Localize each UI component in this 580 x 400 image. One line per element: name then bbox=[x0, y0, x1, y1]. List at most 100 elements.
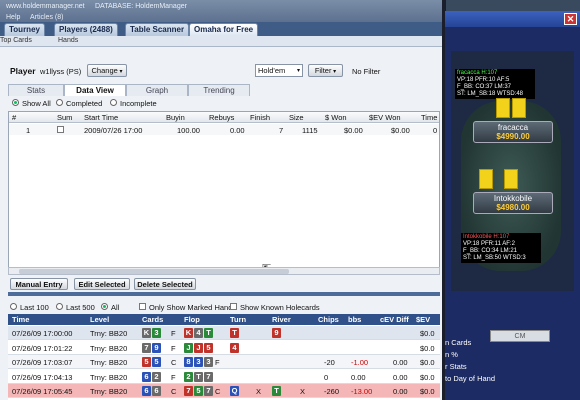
menu-item[interactable]: n % bbox=[445, 350, 458, 359]
col-hand-time[interactable]: Time bbox=[12, 315, 29, 324]
menu-help[interactable]: Help bbox=[6, 14, 20, 21]
turn-action: X bbox=[256, 387, 262, 396]
edit-selected-button[interactable]: Edit Selected bbox=[74, 278, 130, 290]
radio-show-all[interactable] bbox=[12, 99, 19, 106]
hand-level: Trny: BB20 bbox=[90, 343, 128, 353]
sub-tabs: Top Cards Hands bbox=[0, 36, 445, 47]
tab-data-view[interactable]: Data View bbox=[64, 84, 126, 96]
table-row[interactable]: 1 2009/07/26 17:00 100.00 0.00 7 1115 $0… bbox=[9, 124, 439, 135]
hands-grid-header: Time Level Cards Flop Turn River Chips b… bbox=[8, 314, 440, 325]
playing-card: 3 bbox=[194, 357, 203, 367]
radio-incomplete[interactable] bbox=[110, 99, 117, 106]
poker-table-window: ✕ fracacca H:107 VP:18 PFR:10 AF:5 F_BB:… bbox=[445, 11, 580, 400]
scroll-thumb[interactable] bbox=[19, 269, 289, 274]
col-chips[interactable]: Chips bbox=[318, 315, 339, 324]
table-row[interactable]: 07/26/09 17:01:22 Trny: BB20 7 9 F J J 5 4 $0.0 bbox=[8, 340, 440, 355]
subtab-top-cards[interactable]: Top Cards bbox=[0, 37, 32, 44]
playing-card: 2 bbox=[184, 371, 193, 382]
row-won: $0.00 bbox=[344, 126, 363, 135]
col-turn[interactable]: Turn bbox=[230, 315, 246, 324]
radio-last-500[interactable] bbox=[56, 303, 63, 310]
playing-card: 7 bbox=[204, 386, 213, 396]
hand-bbs: 0.00 bbox=[351, 372, 366, 382]
radio-completed[interactable] bbox=[56, 99, 63, 106]
delete-selected-button[interactable]: Delete Selected bbox=[134, 278, 196, 290]
radio-show-all-label: Show All bbox=[22, 99, 51, 108]
row-checkbox[interactable] bbox=[57, 126, 64, 133]
marked-hands-checkbox[interactable] bbox=[139, 303, 146, 310]
hand-level: Trny: BB20 bbox=[90, 387, 128, 396]
col-rebuys[interactable]: Rebuys bbox=[209, 113, 234, 122]
playing-card: 5 bbox=[194, 386, 203, 396]
col-buyin[interactable]: Buyin bbox=[166, 113, 185, 122]
hands-grid: Time Level Cards Flop Turn River Chips b… bbox=[8, 314, 440, 400]
hud-line: VP:18 PFR:11 AF:2 bbox=[463, 241, 515, 247]
col-num[interactable]: # bbox=[12, 113, 16, 122]
view-tabs: Stats Data View Graph Trending bbox=[8, 84, 440, 96]
hand-chips: -260 bbox=[324, 387, 340, 396]
tab-players[interactable]: Players (2488) bbox=[54, 23, 118, 36]
col-size[interactable]: Size bbox=[289, 113, 304, 122]
seat-stack: $4990.00 bbox=[496, 132, 530, 141]
row-buyin: 100.00 bbox=[177, 126, 200, 135]
playing-card: K bbox=[142, 328, 151, 338]
card-back-icon bbox=[504, 169, 518, 189]
hud-line: VP:18 PFR:10 AF:5 bbox=[457, 77, 510, 83]
table-row[interactable]: 07/26/09 17:00:00 Trny: BB20 K 3 F K 4 T T 9 $0.0 bbox=[8, 326, 440, 340]
manual-entry-button[interactable]: Manual Entry bbox=[10, 278, 68, 290]
known-holecards-checkbox[interactable] bbox=[230, 303, 237, 310]
playing-card: 7 bbox=[204, 371, 213, 382]
col-time[interactable]: Time bbox=[421, 113, 437, 122]
playing-card: 4 bbox=[194, 328, 203, 338]
menu-item[interactable]: r Stats bbox=[445, 362, 467, 371]
seat-player2[interactable]: Intokkobile $4980.00 bbox=[473, 192, 553, 214]
table-row[interactable]: 07/26/09 17:03:07 Trny: BB20 5 5 C 8 3 3 F -20 -1.… bbox=[8, 355, 440, 369]
col-won[interactable]: $ Won bbox=[325, 113, 347, 122]
change-player-button[interactable]: Change ▾ bbox=[87, 64, 127, 77]
col-finish[interactable]: Finish bbox=[250, 113, 270, 122]
playing-card: 9 bbox=[152, 342, 161, 353]
player-selector-row: Player w1llyss (PS) Change ▾ Hold'em ▾ F… bbox=[8, 59, 440, 79]
col-bbs[interactable]: bbs bbox=[348, 315, 361, 324]
close-icon[interactable]: ✕ bbox=[564, 13, 577, 25]
col-cev-diff[interactable]: cEV Diff bbox=[380, 315, 409, 324]
col-sum[interactable]: Sum bbox=[57, 113, 72, 122]
table-row[interactable]: 07/26/09 17:04:13 Trny: BB20 6 2 F 2 T 7 0 0.00 0.… bbox=[8, 369, 440, 384]
radio-last-100[interactable] bbox=[10, 303, 17, 310]
col-river[interactable]: River bbox=[272, 315, 291, 324]
splitter[interactable] bbox=[8, 292, 440, 296]
tab-omaha[interactable]: Omaha for Free bbox=[189, 23, 259, 36]
menu-articles[interactable]: Articles (8) bbox=[30, 14, 63, 21]
menu-item[interactable]: n Cards bbox=[445, 338, 471, 347]
hud-line: Intokkobile H:107 bbox=[463, 234, 510, 240]
game-select[interactable]: Hold'em ▾ bbox=[255, 64, 303, 77]
col-cards[interactable]: Cards bbox=[142, 315, 163, 324]
tab-table-scanner[interactable]: Table Scanner bbox=[125, 23, 190, 36]
cm-button[interactable]: CM bbox=[490, 330, 550, 342]
preflop-action: F bbox=[171, 329, 176, 338]
col-ev[interactable]: $EV bbox=[416, 315, 430, 324]
filter-button[interactable]: Filter ▾ bbox=[308, 64, 343, 77]
table-row[interactable]: 07/26/09 17:05:45 Trny: BB20 6 6 C 7 5 7 C Q X T X -2… bbox=[8, 384, 440, 398]
col-ev-won[interactable]: $EV Won bbox=[369, 113, 401, 122]
known-holecards-label: Show Known Holecards bbox=[240, 303, 320, 312]
col-flop[interactable]: Flop bbox=[184, 315, 200, 324]
seat-player1[interactable]: fracacca $4990.00 bbox=[473, 121, 553, 143]
hud-line: ST: LM_SB:50 WTSD:3 bbox=[463, 255, 526, 261]
tab-graph[interactable]: Graph bbox=[126, 84, 188, 96]
marked-hands-label: Only Show Marked Hands bbox=[149, 303, 237, 312]
col-start-time[interactable]: Start Time bbox=[84, 113, 118, 122]
radio-all-label: All bbox=[111, 303, 120, 312]
subtab-hands[interactable]: Hands bbox=[58, 37, 78, 44]
change-button-label: Change bbox=[91, 66, 118, 75]
menu-item[interactable]: to Day of Hand bbox=[445, 374, 495, 383]
col-level[interactable]: Level bbox=[90, 315, 109, 324]
tab-trending[interactable]: Trending bbox=[188, 84, 250, 96]
tab-tourney[interactable]: Tourney bbox=[4, 23, 45, 36]
radio-all[interactable] bbox=[101, 303, 108, 310]
playing-card: 7 bbox=[184, 386, 193, 396]
chevron-down-icon: ▾ bbox=[296, 68, 300, 74]
filter-button-label: Filter bbox=[314, 66, 332, 75]
horizontal-scrollbar[interactable] bbox=[8, 267, 440, 275]
tab-stats[interactable]: Stats bbox=[8, 84, 64, 96]
